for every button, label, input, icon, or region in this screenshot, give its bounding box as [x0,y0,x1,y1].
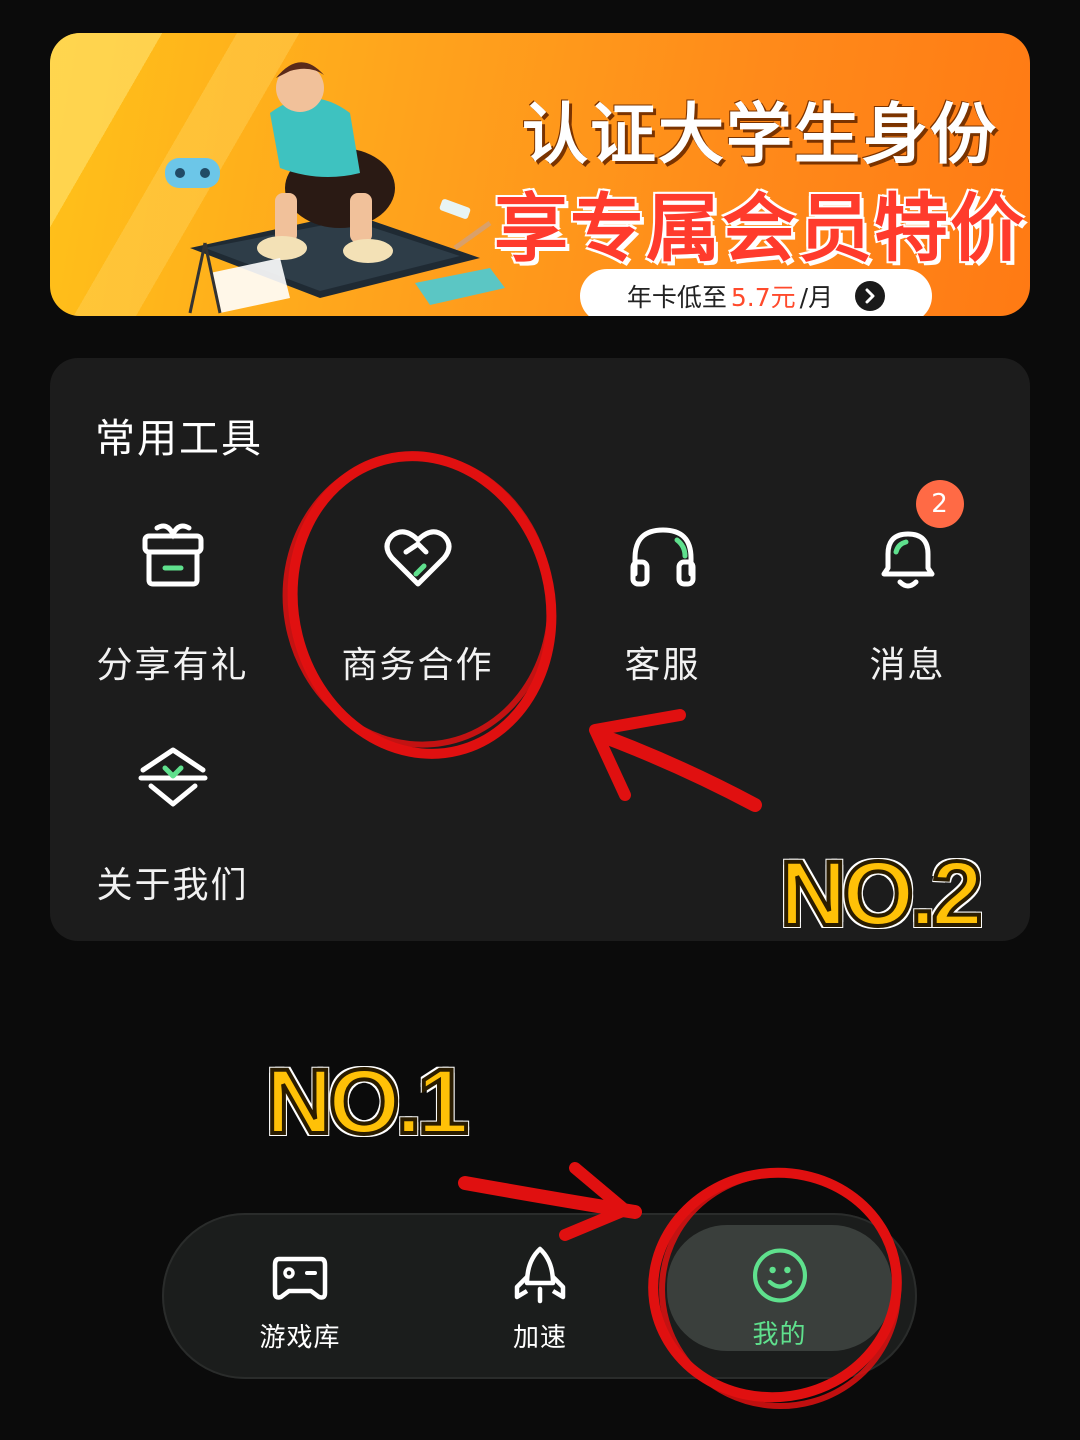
tool-business-cooperation[interactable]: 商务合作 [295,518,540,708]
about-shield-icon [133,738,213,818]
bell-icon: 2 [868,480,964,598]
nav-label: 我的 [752,1320,807,1350]
gamepad-icon [272,1256,328,1300]
nav-mine[interactable]: 我的 [667,1225,892,1351]
banner-subtitle: 享专属会员特价 [494,186,1026,272]
headset-icon [623,518,703,598]
tool-customer-service[interactable]: 客服 [540,518,785,708]
pill-prefix: 年卡低至 [626,283,727,312]
tool-about-us[interactable]: 关于我们 [50,738,295,928]
smiley-icon [752,1248,807,1303]
nav-game-library[interactable]: 游戏库 [190,1231,410,1361]
message-count-badge: 2 [915,480,964,528]
nav-accelerate[interactable]: 加速 [430,1231,650,1361]
student-promo-banner[interactable]: 认证大学生身份 享专属会员特价 年卡低至 5.7元 /月 [50,33,1030,316]
rocket-icon [514,1246,566,1304]
pill-suffix: /月 [799,283,834,312]
nav-label: 加速 [512,1323,567,1353]
tools-section-title: 常用工具 [95,416,263,462]
page: 认证大学生身份 享专属会员特价 年卡低至 5.7元 /月 常用工具 分享有礼 商… [0,0,1080,1440]
student-skateboard-illustration [165,62,505,314]
banner-cta-pill[interactable]: 年卡低至 5.7元 /月 [580,269,932,316]
bottom-nav-bar: 游戏库 加速 我的 [162,1213,917,1379]
gift-box-icon [133,518,213,598]
tool-label: 客服 [624,645,701,686]
tool-share-gift[interactable]: 分享有礼 [50,518,295,708]
nav-label: 游戏库 [259,1323,341,1353]
tool-messages[interactable]: 2 消息 [785,480,1030,708]
tool-label: 关于我们 [96,865,249,906]
annotation-no2-label: NO.2 [778,841,985,947]
chevron-right-icon [855,281,886,311]
pill-price: 5.7元 [730,283,796,312]
tool-label: 消息 [869,645,946,686]
banner-title: 认证大学生身份 [522,96,998,173]
tool-label: 分享有礼 [96,645,249,686]
tool-label: 商务合作 [341,645,494,686]
annotation-no1-label: NO.1 [264,1049,471,1155]
heart-handshake-icon [378,518,458,598]
